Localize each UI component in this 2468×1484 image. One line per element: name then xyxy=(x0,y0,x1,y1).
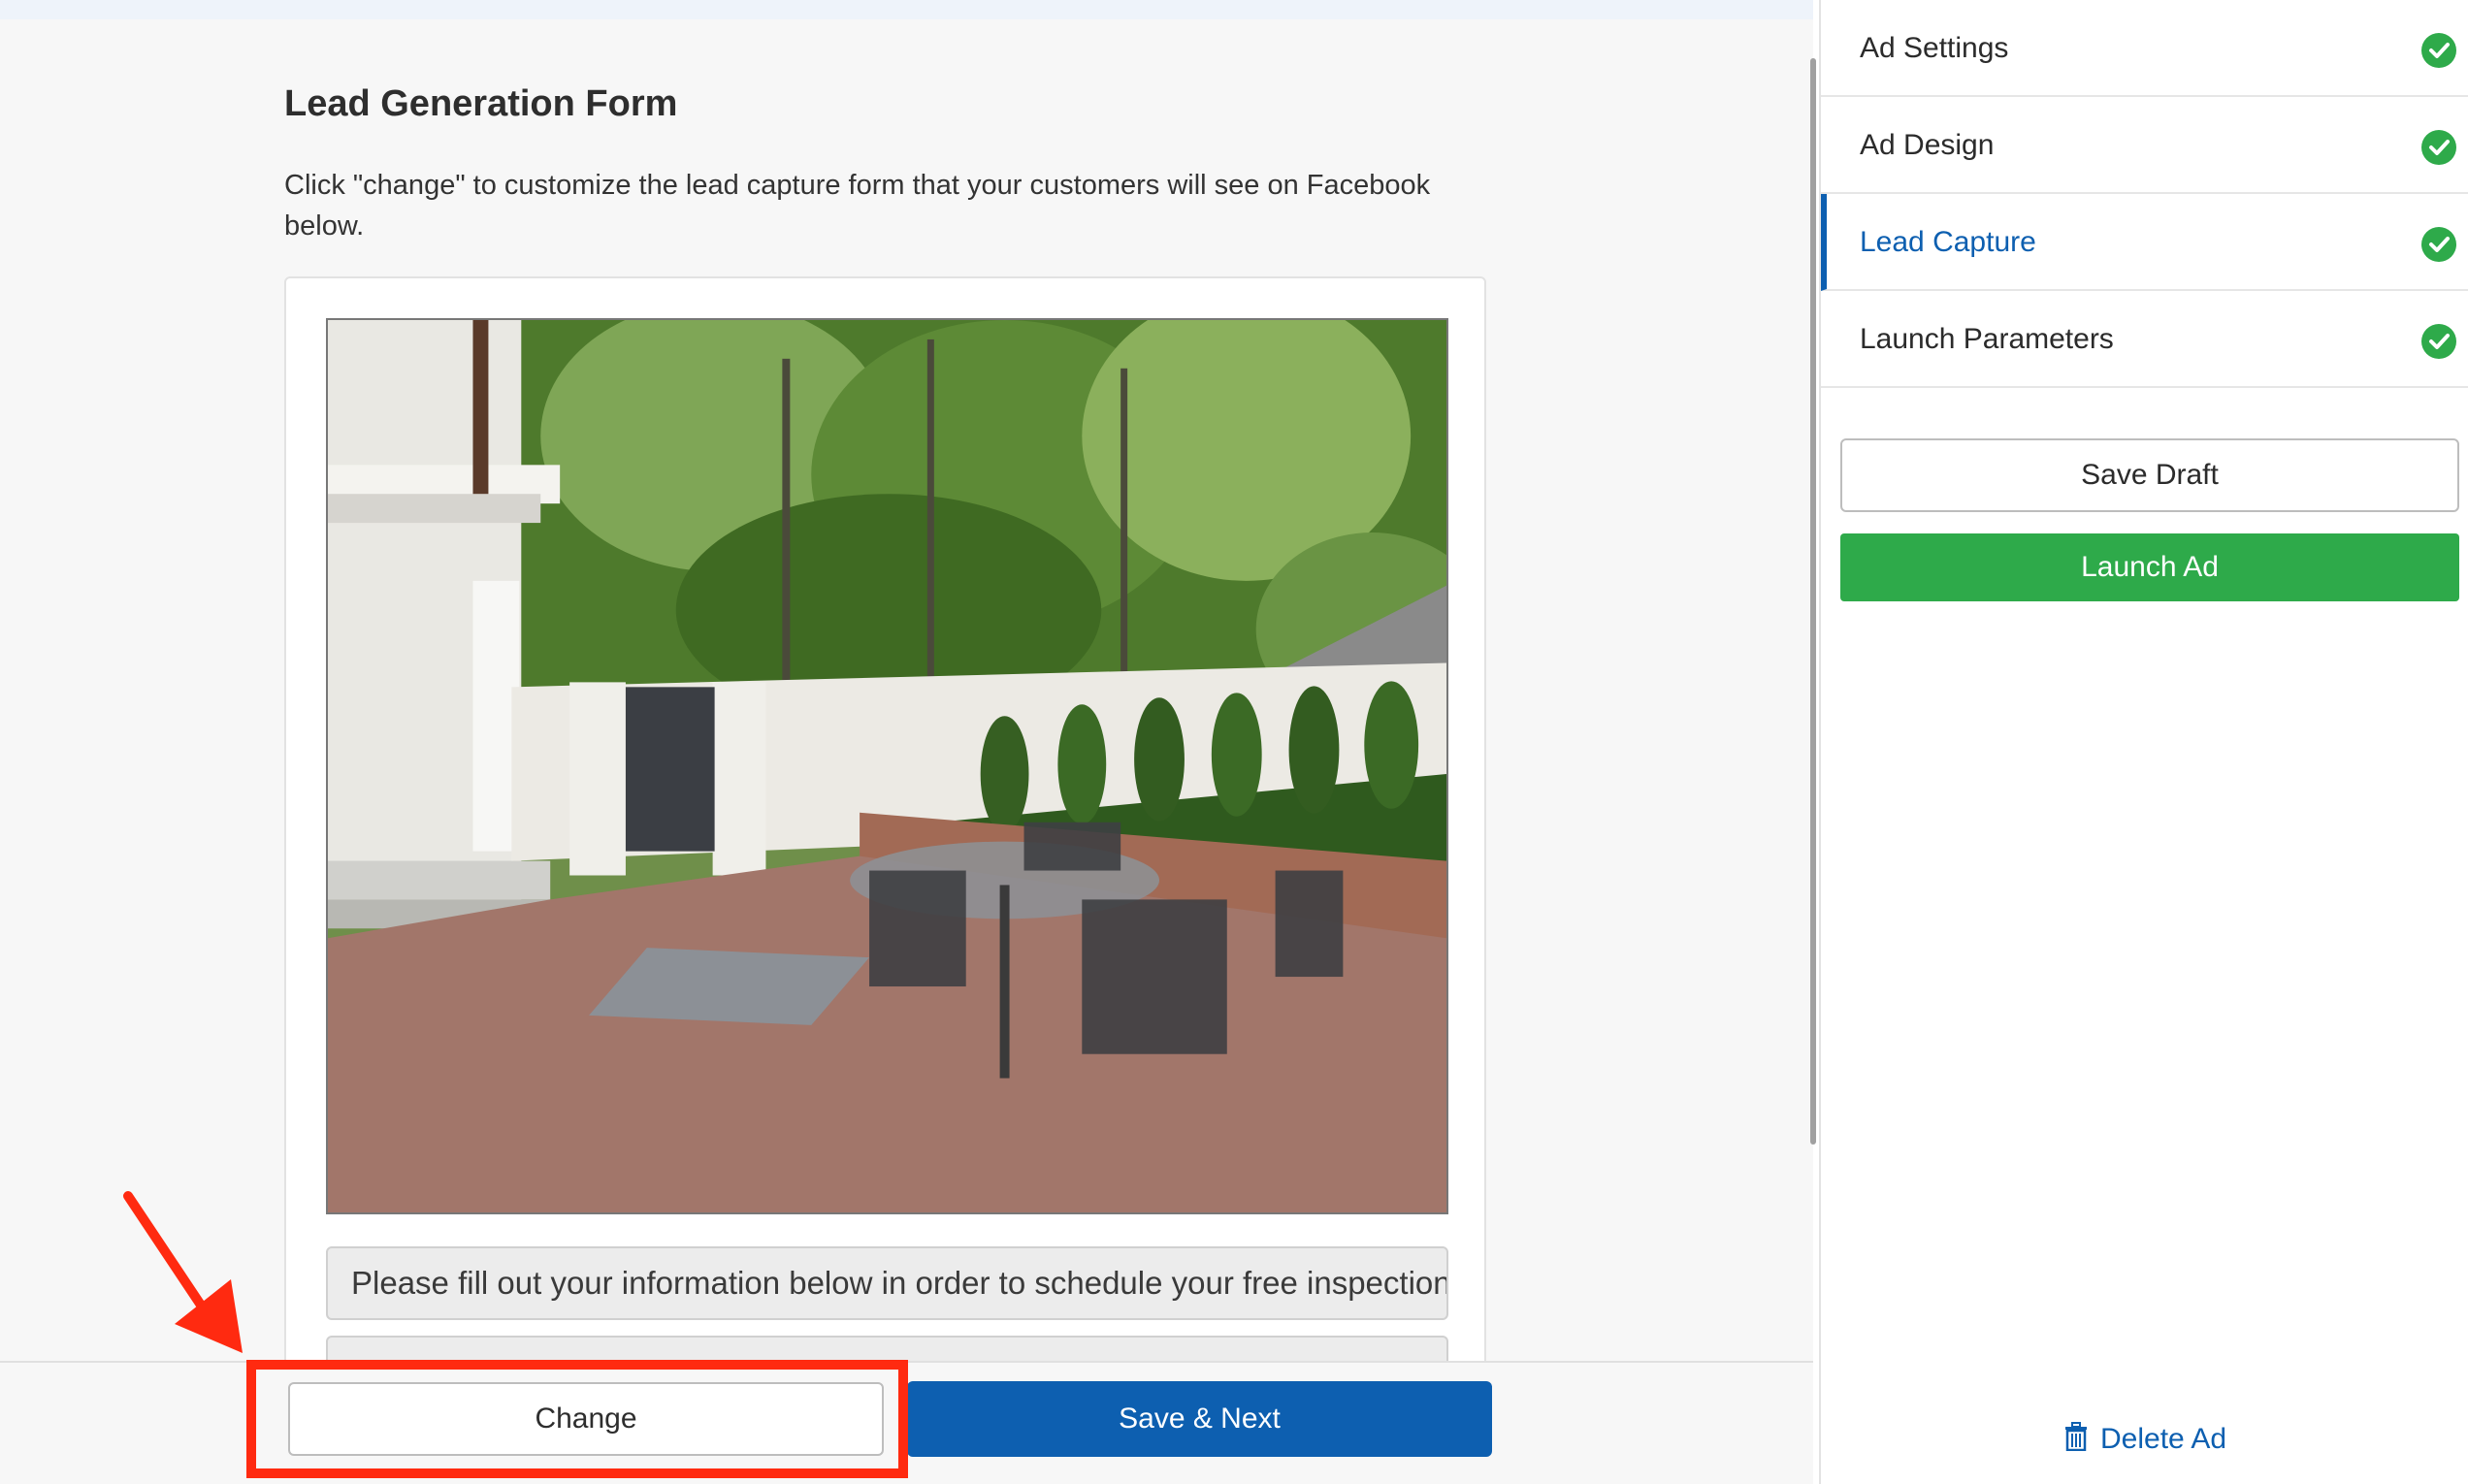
scrollbar[interactable] xyxy=(1810,58,1816,1145)
top-strip xyxy=(0,0,1813,19)
lead-form-preview-card: Please fill out your information below i… xyxy=(284,276,1486,1382)
save-draft-button[interactable]: Save Draft xyxy=(1840,438,2459,512)
delete-ad-label: Delete Ad xyxy=(2100,1422,2227,1455)
info-text-field: Please fill out your information below i… xyxy=(326,1246,1448,1320)
delete-ad-link[interactable]: Delete Ad xyxy=(2063,1422,2226,1459)
check-circle-icon xyxy=(2421,130,2456,165)
save-next-button[interactable]: Save & Next xyxy=(907,1381,1492,1457)
step-ad-settings[interactable]: Ad Settings xyxy=(1821,0,2468,97)
change-button[interactable]: Change xyxy=(288,1382,884,1456)
step-label: Ad Settings xyxy=(1860,32,2009,64)
step-label: Lead Capture xyxy=(1860,226,2036,258)
wizard-sidebar: Ad Settings Ad Design Lead Capture Launc… xyxy=(1819,0,2468,1484)
main-panel: Lead Generation Form Click "change" to c… xyxy=(0,0,1813,1484)
check-circle-icon xyxy=(2421,33,2456,68)
step-lead-capture[interactable]: Lead Capture xyxy=(1821,194,2468,291)
page-title: Lead Generation Form xyxy=(284,83,678,124)
page-description: Click "change" to customize the lead cap… xyxy=(284,170,1431,242)
check-circle-icon xyxy=(2421,324,2456,359)
check-circle-icon xyxy=(2421,227,2456,262)
step-launch-parameters[interactable]: Launch Parameters xyxy=(1821,291,2468,388)
step-label: Launch Parameters xyxy=(1860,323,2114,355)
launch-ad-button[interactable]: Launch Ad xyxy=(1840,533,2459,601)
trash-icon xyxy=(2063,1422,2089,1459)
step-ad-design[interactable]: Ad Design xyxy=(1821,97,2468,194)
step-label: Ad Design xyxy=(1860,129,1995,161)
ad-image-patio xyxy=(326,318,1448,1214)
arrow-annotation xyxy=(123,1191,243,1353)
